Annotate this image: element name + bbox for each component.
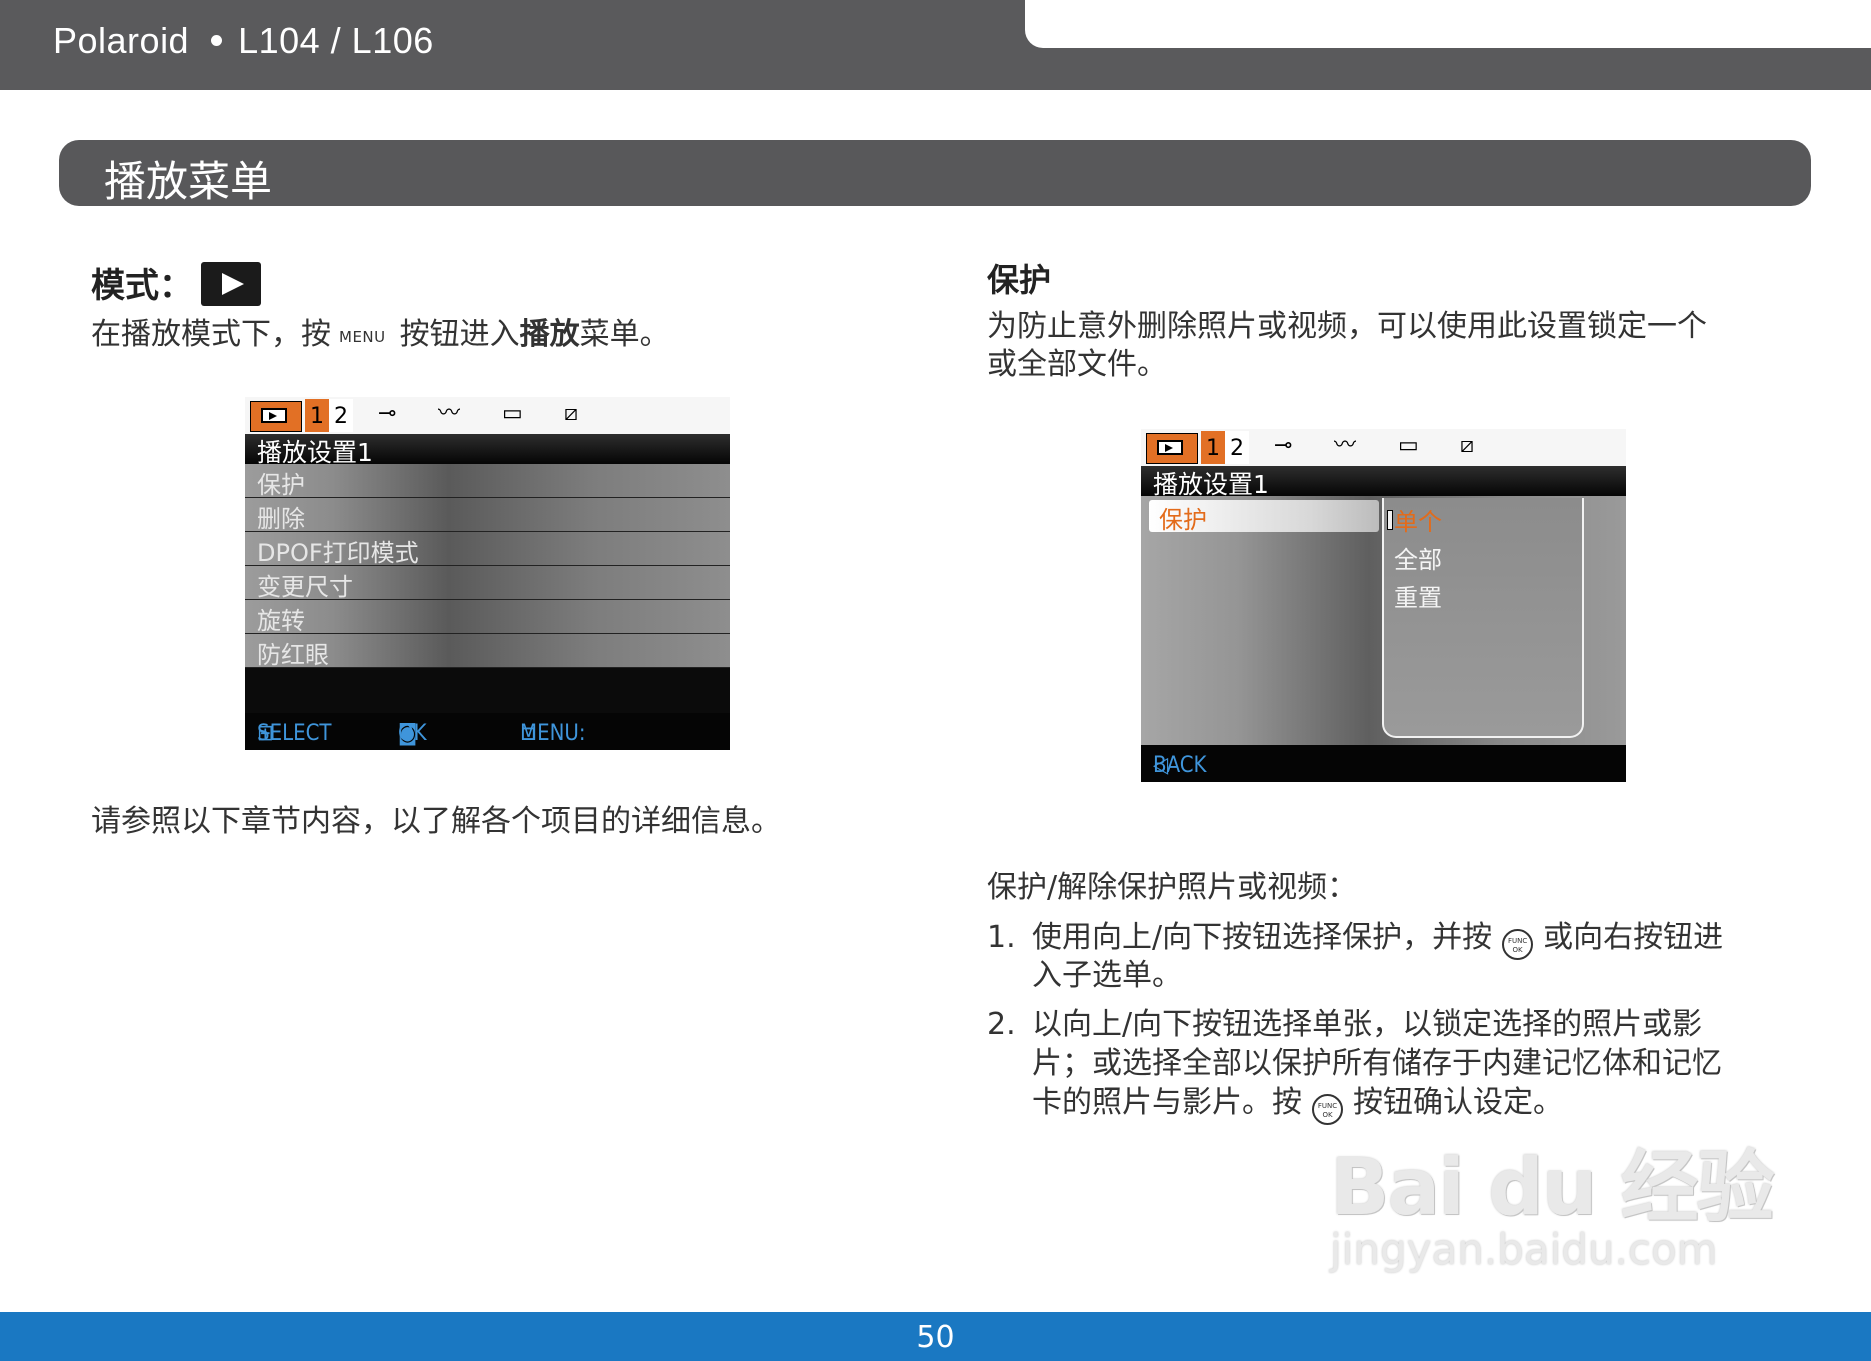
camera-menu-screenshot: 1 2 ⊸ 〰 ▭ ⧄ 播放设置1 保护 删除 DPOF打印模式 变更尺寸 旋转… [245, 397, 730, 750]
header-notch [1025, 0, 1871, 48]
step-2-number: 2. [987, 1007, 1016, 1042]
watermark-url: jingyan.baidu.com [1330, 1225, 1718, 1274]
camera-menu-item-label: 防红眼 [257, 641, 329, 669]
protect-heading: 保护 [987, 261, 1052, 299]
mode-heading: 模式： [91, 266, 193, 306]
step-2-line-3: 卡的照片与影片。按 FUNC OK 按钮确认设定。 [1032, 1083, 1563, 1125]
page-number: 50 [916, 1320, 955, 1355]
protect-desc-line-2: 或全部文件。 [987, 347, 1167, 382]
camera-menu-item-label: 保护 [257, 471, 305, 499]
tab-page-1: 1 [305, 399, 329, 432]
step-1-text-b: 或向右按钮进 [1543, 920, 1724, 955]
procedure-title: 保护/解除保护照片或视频： [987, 870, 1358, 905]
intro-bold-text: 播放 [519, 317, 580, 352]
return-icon: ⊐ [520, 721, 537, 746]
camera-menu-item-label: 变更尺寸 [257, 573, 353, 601]
playback-tab-icon [1146, 433, 1198, 464]
intro-text-1: 在播放模式下，按 [91, 317, 331, 352]
brand-title: Polaroid L104 / L106 [53, 20, 434, 62]
transition-icon: 〰 [1334, 433, 1357, 458]
print-icon: ▭ [1398, 433, 1419, 458]
select-hint-label: SELECT [257, 721, 332, 746]
func-icon-bottom: OK [1512, 946, 1523, 954]
edit-icon: ⧄ [564, 401, 578, 426]
submenu-option-all: 全部 [1394, 546, 1442, 574]
step-2-line-1: 以向上/向下按钮选择单张，以锁定选择的照片或影 [1032, 1007, 1703, 1042]
func-icon-top: FUNC [1317, 1102, 1338, 1110]
selected-menu-item-label: 保护 [1159, 506, 1207, 534]
wrench-icon: ⊸ [1274, 433, 1293, 458]
camera-menu-item: 防红眼 [245, 634, 730, 669]
camera-menu-item: 删除 [245, 498, 730, 533]
camera-menu-item-label: 旋转 [257, 607, 305, 635]
camera-footer: ⊞ SELECT ◙ OK MENU: ⊐ [245, 713, 730, 750]
tab-page-2: 2 [1225, 431, 1249, 464]
submenu-cursor-icon [1387, 510, 1393, 530]
step-2-text-c: 卡的照片与影片。按 [1032, 1085, 1302, 1120]
protect-desc-line-1: 为防止意外删除照片或视频，可以使用此设置锁定一个 [987, 309, 1707, 344]
camera-menu-item-label: 删除 [257, 505, 305, 533]
step-1-number: 1. [987, 920, 1016, 955]
tab-page-1: 1 [1201, 431, 1225, 464]
ok-hint-label: OK [398, 721, 427, 746]
step-1-line-1: 使用向上/向下按钮选择保护，并按 FUNC OK 或向右按钮进 [1032, 918, 1723, 960]
func-icon-top: FUNC [1507, 937, 1528, 945]
step-1-text-a: 使用向上/向下按钮选择保护，并按 [1032, 920, 1493, 955]
camera-tab-bar: 1 2 ⊸ 〰 ▭ ⧄ [245, 397, 730, 434]
camera-menu-item: 保护 [245, 464, 730, 499]
camera-menu-title: 播放设置1 [1141, 466, 1626, 499]
wrench-icon: ⊸ [378, 401, 397, 426]
intro-text-3: 菜单。 [579, 317, 670, 352]
camera-menu-list: 保护 删除 DPOF打印模式 变更尺寸 旋转 防红眼 [245, 464, 730, 669]
submenu-option-reset: 重置 [1394, 584, 1442, 612]
camera-menu-item: DPOF打印模式 [245, 532, 730, 567]
section-bar [59, 140, 1811, 206]
refer-text: 请参照以下章节内容，以了解各个项目的详细信息。 [91, 804, 781, 839]
camera-menu-body: 保护 单个 全部 重置 [1141, 496, 1626, 745]
edit-icon: ⧄ [1460, 433, 1474, 458]
func-ok-icon: FUNC OK [1502, 929, 1534, 960]
protect-submenu: 单个 全部 重置 [1382, 498, 1584, 738]
bullet-icon [211, 35, 223, 47]
selected-menu-item: 保护 [1149, 500, 1379, 534]
playback-tab-icon [250, 401, 302, 432]
camera-tab-bar: 1 2 ⊸ 〰 ▭ ⧄ [1141, 429, 1626, 466]
back-hint-label: BACK [1153, 753, 1207, 778]
watermark-logo-text: Bai du 经验 [1330, 1143, 1774, 1233]
brand-name: Polaroid [53, 20, 190, 61]
play-mode-icon [201, 262, 261, 306]
step-2-text-d: 按钮确认设定。 [1353, 1085, 1563, 1120]
menu-key-label: MENU [339, 328, 386, 346]
camera-menu-item: 旋转 [245, 600, 730, 635]
camera-menu-item: 变更尺寸 [245, 566, 730, 601]
intro-text-2: 按钮进入 [399, 317, 520, 352]
camera-menu-title: 播放设置1 [245, 434, 730, 467]
tab-page-2: 2 [329, 399, 353, 432]
step-2-line-2: 片；或选择全部以保护所有储存于内建记忆体和记忆 [1032, 1046, 1722, 1081]
submenu-option-single: 单个 [1394, 508, 1442, 536]
camera-protect-screenshot: 1 2 ⊸ 〰 ▭ ⧄ 播放设置1 保护 单个 全部 重置 ◁ BACK [1141, 429, 1626, 782]
footer-bar: 50 [0, 1312, 1871, 1361]
func-ok-icon: FUNC OK [1312, 1094, 1343, 1125]
intro-paragraph: 在播放模式下，按 MENU 按钮进入播放菜单。 [91, 315, 670, 357]
func-icon-bottom: OK [1322, 1111, 1333, 1119]
print-icon: ▭ [502, 401, 523, 426]
baidu-watermark: Bai du 经验 jingyan.baidu.com [1330, 1125, 1774, 1274]
camera-menu-item-label: DPOF打印模式 [257, 539, 419, 567]
section-title: 播放菜单 [104, 157, 273, 206]
camera-footer: ◁ BACK [1141, 745, 1626, 782]
model-name: L104 / L106 [238, 20, 434, 61]
transition-icon: 〰 [438, 401, 461, 426]
step-1-line-2: 入子选单。 [1032, 958, 1182, 993]
